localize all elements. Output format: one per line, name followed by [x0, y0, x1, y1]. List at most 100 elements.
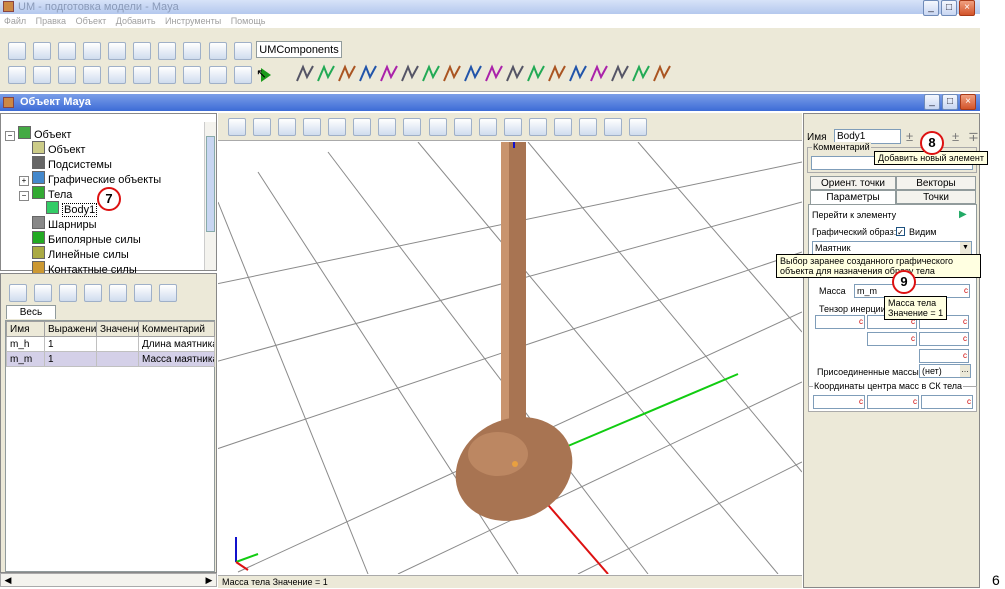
belt-icon[interactable] [590, 64, 608, 82]
col-header-value[interactable]: Значение [96, 321, 139, 337]
open-file-icon[interactable] [33, 42, 52, 60]
object-minimize-button[interactable]: _ [924, 94, 940, 110]
collapse-icon[interactable]: − [19, 191, 29, 201]
cell-expr[interactable]: 1 [44, 351, 97, 367]
3d-viewport[interactable] [218, 142, 802, 574]
properties-icon[interactable] [183, 66, 202, 84]
menu-add[interactable]: Добавить [116, 16, 156, 26]
axes-icon[interactable] [553, 118, 572, 136]
menu-help[interactable]: Помощь [231, 16, 266, 26]
close-button[interactable]: × [959, 0, 975, 16]
cable-icon[interactable] [443, 64, 461, 82]
tree-item[interactable]: − Объект [5, 126, 203, 141]
redo-icon[interactable] [208, 42, 227, 60]
delete-element-icon[interactable]: ∓ [968, 129, 979, 145]
export-icon[interactable] [158, 42, 177, 60]
goto-arrow-icon[interactable]: ▶ [959, 209, 967, 220]
sort-icon[interactable] [134, 284, 153, 302]
save-icon[interactable] [58, 42, 77, 60]
tire-icon[interactable] [653, 64, 671, 82]
tab-orient-points[interactable]: Ориент. точки [810, 176, 896, 190]
inertia-c-button[interactable]: c [963, 317, 967, 326]
box-icon[interactable] [453, 118, 472, 136]
cell-expr[interactable]: 1 [44, 336, 97, 352]
light-icon[interactable] [578, 118, 597, 136]
visible-checkbox[interactable]: ✓ [896, 227, 905, 237]
clipboard-icon[interactable] [58, 66, 77, 84]
copy-view-icon[interactable] [228, 118, 246, 136]
edit-view-icon[interactable] [253, 118, 272, 136]
add-element-icon[interactable]: ± [906, 129, 913, 144]
com-z-c-button[interactable]: c [967, 397, 971, 406]
zoom-icon[interactable] [403, 118, 422, 136]
save-as-icon[interactable] [108, 66, 127, 84]
inertia-c-button[interactable]: c [963, 334, 967, 343]
cell-name[interactable]: m_m [6, 351, 45, 367]
com-y-c-button[interactable]: c [913, 397, 917, 406]
cell-comment[interactable]: Масса маятника, [138, 351, 215, 367]
inertia-c-button[interactable]: c [859, 317, 863, 326]
tab-points[interactable]: Точки [896, 190, 976, 204]
dropdown-arrow-icon[interactable]: ▼ [960, 242, 971, 254]
tree-scroll-thumb[interactable] [206, 136, 215, 232]
expand-icon[interactable]: + [19, 176, 29, 186]
scroll-left-icon[interactable]: ◀ [2, 574, 14, 586]
paste-icon[interactable] [33, 66, 52, 84]
bushing-icon[interactable] [380, 64, 398, 82]
tab-parameters[interactable]: Параметры [810, 190, 896, 204]
menu-object[interactable]: Объект [76, 16, 107, 26]
orbit-icon[interactable] [378, 118, 397, 136]
print-icon[interactable] [133, 66, 152, 84]
inertia-c-button[interactable]: c [963, 351, 967, 360]
rail-icon[interactable] [422, 64, 440, 82]
move-icon[interactable] [328, 118, 347, 136]
list-icon[interactable] [108, 42, 127, 60]
table-row[interactable]: m_m 1 Масса маятника, [6, 351, 215, 367]
add-identifier-icon[interactable] [9, 284, 27, 302]
shaded-icon[interactable] [503, 118, 522, 136]
ellipsis-button[interactable]: … [960, 365, 970, 377]
joint-icon[interactable] [359, 64, 377, 82]
center-icon[interactable] [303, 118, 322, 136]
tab-umcomponents[interactable]: UMComponents [256, 41, 342, 58]
move-up-icon[interactable] [84, 284, 103, 302]
insert-identifier-icon[interactable] [34, 284, 53, 302]
solid-icon[interactable] [478, 118, 497, 136]
pointer-icon[interactable]: ↖ [256, 66, 268, 82]
goto-element-label[interactable]: Перейти к элементу [812, 210, 896, 220]
tree-item[interactable]: Подсистемы [5, 156, 203, 171]
maximize-button[interactable]: □ [941, 0, 957, 16]
inertia-field[interactable]: c [815, 315, 865, 329]
menu-tools[interactable]: Инструменты [165, 16, 221, 26]
print-preview-icon[interactable] [158, 66, 177, 84]
left-horizontal-scrollbar[interactable]: ◀ ▶ [0, 573, 217, 587]
scroll-right-icon[interactable]: ▶ [203, 574, 215, 586]
new-file-icon[interactable] [8, 42, 26, 60]
collapse-icon[interactable]: − [5, 131, 15, 141]
table-icon[interactable] [133, 42, 152, 60]
copy-element-icon[interactable]: ± [952, 129, 959, 144]
col-header-name[interactable]: Имя [6, 321, 45, 337]
attached-mass-field[interactable]: (нет) … [919, 364, 971, 378]
col-header-expression[interactable]: Выражение [44, 321, 97, 337]
inertia-field[interactable]: c [919, 349, 969, 363]
tree-item[interactable]: Биполярные силы [5, 231, 203, 246]
cell-value[interactable] [96, 351, 139, 367]
compile-icon[interactable] [208, 66, 227, 84]
rotate-icon[interactable] [353, 118, 372, 136]
tree-scrollbar[interactable] [204, 122, 216, 270]
contact-icon[interactable] [401, 64, 419, 82]
filter-icon[interactable] [159, 284, 178, 302]
save-all-icon[interactable] [83, 42, 102, 60]
com-x-field[interactable]: c [813, 395, 865, 409]
minimize-button[interactable]: _ [923, 0, 939, 16]
tab-full-list[interactable]: Весь список [6, 305, 56, 332]
damper-icon[interactable] [317, 64, 335, 82]
scale-icon[interactable] [278, 118, 297, 136]
spring-icon[interactable] [296, 64, 314, 82]
cell-comment[interactable]: Длина маятника, [138, 336, 215, 352]
motor-icon[interactable] [506, 64, 524, 82]
tree-item[interactable]: Шарниры [5, 216, 203, 231]
save-model-icon[interactable] [83, 66, 102, 84]
wireframe-icon[interactable] [428, 118, 447, 136]
